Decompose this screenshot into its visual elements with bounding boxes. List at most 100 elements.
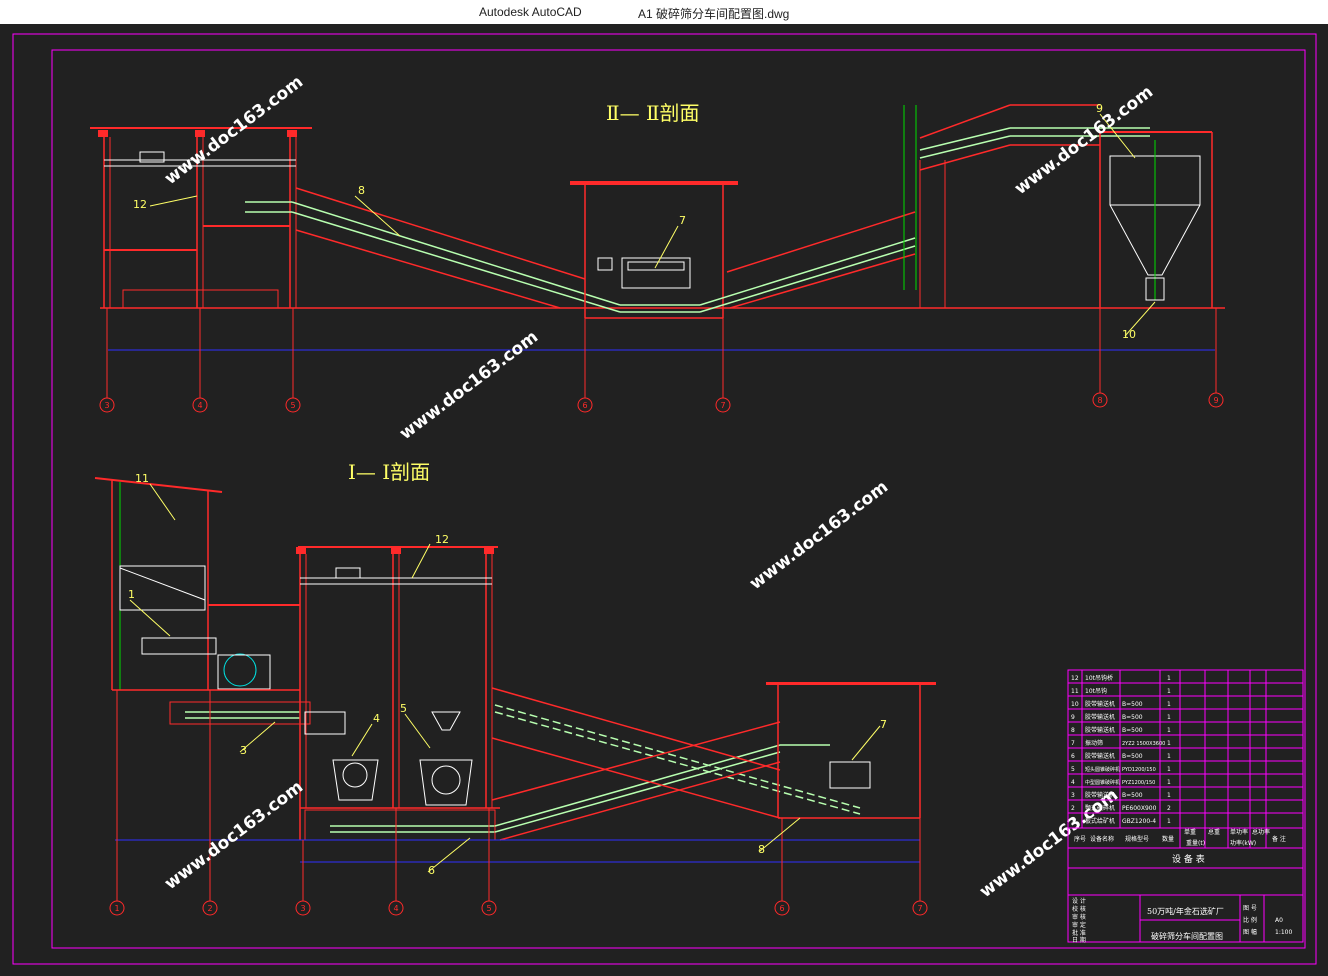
equipment-table-title: 设 备 表 <box>1172 853 1205 865</box>
drawing-canvas[interactable]: 3 4 5 6 7 8 9 1 2 3 4 5 6 7 12 8 7 9 10 … <box>0 24 1328 976</box>
svg-text:胶带输送机: 胶带输送机 <box>1085 713 1115 721</box>
svg-text:板式给矿机: 板式给矿机 <box>1085 817 1115 825</box>
cad-drawing: 3 4 5 6 7 8 9 1 2 3 4 5 6 7 12 8 7 9 10 … <box>12 33 1317 965</box>
svg-text:序号: 序号 <box>1074 835 1086 843</box>
svg-text:4: 4 <box>197 401 202 410</box>
svg-text:1: 1 <box>1167 740 1171 747</box>
svg-text:6: 6 <box>779 904 784 913</box>
svg-text:备 注: 备 注 <box>1272 835 1286 843</box>
svg-text:PE600X900: PE600X900 <box>1122 805 1157 812</box>
section-ii-title: Ⅱ— Ⅱ剖面 <box>606 101 700 125</box>
svg-text:8: 8 <box>758 843 765 856</box>
window-title-bar: Autodesk AutoCAD A1 破碎筛分车间配置图.dwg <box>0 0 1328 24</box>
svg-text:单重: 单重 <box>1184 828 1196 836</box>
svg-text:www.doc163.com: www.doc163.com <box>1011 82 1157 199</box>
svg-text:A0: A0 <box>1275 917 1283 924</box>
svg-text:1: 1 <box>114 904 119 913</box>
svg-text:7: 7 <box>1071 740 1075 747</box>
svg-text:8: 8 <box>1071 727 1075 734</box>
svg-text:审 定: 审 定 <box>1072 921 1086 929</box>
svg-text:4: 4 <box>1071 779 1075 786</box>
svg-text:胶带输送机: 胶带输送机 <box>1085 726 1115 734</box>
svg-text:11: 11 <box>1071 688 1079 695</box>
svg-text:6: 6 <box>582 401 587 410</box>
svg-text:3: 3 <box>1071 792 1075 799</box>
svg-text:1: 1 <box>1167 701 1171 708</box>
document-title: A1 破碎筛分车间配置图.dwg <box>638 7 790 21</box>
svg-text:12: 12 <box>1071 675 1079 682</box>
svg-text:2: 2 <box>1167 805 1171 812</box>
svg-text:8: 8 <box>1097 396 1102 405</box>
svg-text:1: 1 <box>1167 753 1171 760</box>
svg-text:图 幅: 图 幅 <box>1243 928 1257 936</box>
svg-text:胶带输送机: 胶带输送机 <box>1085 752 1115 760</box>
svg-text:数量: 数量 <box>1162 835 1174 843</box>
svg-text:2: 2 <box>207 904 212 913</box>
svg-text:GBZ1200-4: GBZ1200-4 <box>1122 818 1156 825</box>
svg-text:B=500: B=500 <box>1122 727 1143 734</box>
svg-text:1: 1 <box>1167 766 1171 773</box>
svg-text:1: 1 <box>1167 727 1171 734</box>
svg-text:5: 5 <box>1071 766 1075 773</box>
svg-text:审 核: 审 核 <box>1072 913 1086 921</box>
svg-text:胶带输送机: 胶带输送机 <box>1085 700 1115 708</box>
svg-text:设 计: 设 计 <box>1072 897 1086 905</box>
svg-text:比 例: 比 例 <box>1243 916 1257 924</box>
svg-text:4: 4 <box>373 712 380 725</box>
section-i-title: Ⅰ— Ⅰ剖面 <box>348 460 430 484</box>
svg-text:1: 1 <box>1071 818 1075 825</box>
svg-text:6: 6 <box>1071 753 1075 760</box>
svg-text:12: 12 <box>133 198 147 211</box>
svg-text:9: 9 <box>1096 102 1103 115</box>
svg-text:规格型号: 规格型号 <box>1125 835 1149 843</box>
svg-text:1: 1 <box>1167 792 1171 799</box>
svg-text:2: 2 <box>1071 805 1075 812</box>
svg-text:2YZ2 1500X3600: 2YZ2 1500X3600 <box>1122 741 1165 747</box>
svg-text:7: 7 <box>880 718 887 731</box>
svg-text:胶带输送机: 胶带输送机 <box>1085 791 1115 799</box>
svg-text:5: 5 <box>290 401 295 410</box>
svg-text:总功率: 总功率 <box>1252 828 1270 836</box>
svg-text:重量(t): 重量(t) <box>1186 839 1205 847</box>
svg-text:功率(kW): 功率(kW) <box>1230 839 1256 847</box>
svg-text:12: 12 <box>435 533 449 546</box>
svg-text:4: 4 <box>393 904 398 913</box>
svg-text:校 核: 校 核 <box>1072 905 1086 913</box>
svg-text:设备名称: 设备名称 <box>1090 835 1114 843</box>
svg-text:B=500: B=500 <box>1122 714 1143 721</box>
svg-text:www.doc163.com: www.doc163.com <box>396 327 542 444</box>
svg-text:3: 3 <box>104 401 109 410</box>
svg-text:B=500: B=500 <box>1122 701 1143 708</box>
app-name: Autodesk AutoCAD <box>479 5 582 19</box>
svg-text:PYZ1200/150: PYZ1200/150 <box>1122 780 1155 786</box>
svg-text:5: 5 <box>486 904 491 913</box>
drawing-name: 破碎筛分车间配置图 <box>1151 931 1223 941</box>
svg-text:颚式破碎机: 颚式破碎机 <box>1085 804 1115 812</box>
svg-text:批 准: 批 准 <box>1072 929 1086 937</box>
svg-text:图 号: 图 号 <box>1243 905 1257 912</box>
svg-text:7: 7 <box>720 401 725 410</box>
svg-text:9: 9 <box>1213 396 1218 405</box>
svg-text:振动筛: 振动筛 <box>1085 739 1103 747</box>
svg-text:总重: 总重 <box>1208 828 1220 836</box>
svg-text:www.doc163.com: www.doc163.com <box>746 477 892 594</box>
svg-text:1:100: 1:100 <box>1275 929 1292 936</box>
svg-text:7: 7 <box>679 214 686 227</box>
svg-text:日 期: 日 期 <box>1072 936 1086 944</box>
svg-text:7: 7 <box>917 904 922 913</box>
project-name: 50万吨/年金石选矿厂 <box>1147 906 1224 916</box>
svg-text:www.doc163.com: www.doc163.com <box>976 785 1122 902</box>
svg-text:1: 1 <box>1167 675 1171 682</box>
svg-text:11: 11 <box>135 472 149 485</box>
svg-text:www.doc163.com: www.doc163.com <box>161 777 307 894</box>
svg-text:1: 1 <box>1167 779 1171 786</box>
svg-text:10: 10 <box>1071 701 1079 708</box>
svg-text:短头圆锥破碎机: 短头圆锥破碎机 <box>1085 766 1120 773</box>
svg-text:3: 3 <box>300 904 305 913</box>
svg-text:6: 6 <box>428 864 435 877</box>
svg-text:单功率: 单功率 <box>1230 828 1248 836</box>
equipment-text: 12 10t吊钩桥 1 11 10t吊钩 1 10 胶带输送机 B=500 1 9 胶带输送机 B… <box>1071 674 1292 944</box>
svg-text:1: 1 <box>1167 688 1171 695</box>
svg-text:10: 10 <box>1122 328 1136 341</box>
svg-text:10t吊钩: 10t吊钩 <box>1085 687 1107 695</box>
